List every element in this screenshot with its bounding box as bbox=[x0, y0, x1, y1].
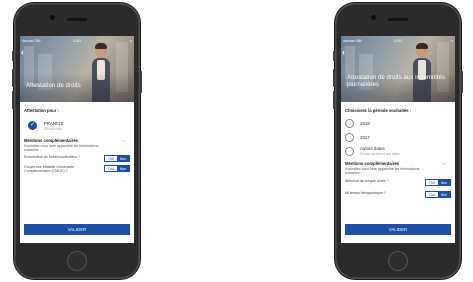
non-option[interactable]: Non bbox=[438, 179, 450, 185]
radio-label: 2017 bbox=[360, 135, 370, 140]
power-button bbox=[140, 71, 142, 93]
oui-non-toggle: Oui Non bbox=[104, 154, 130, 162]
home-button[interactable] bbox=[389, 252, 407, 270]
toggle-label: Couverture Maladie Universelle Complémen… bbox=[24, 164, 75, 173]
beneficiary-dob: 03/05/1954 bbox=[44, 127, 62, 131]
section-label: Attestation pour : bbox=[24, 108, 59, 113]
volume-up-button bbox=[12, 69, 14, 87]
volume-up-button bbox=[333, 69, 335, 87]
non-option[interactable]: Non bbox=[117, 165, 129, 171]
volume-down-button bbox=[333, 91, 335, 109]
mentions-title: Mentions complémentaires bbox=[345, 161, 399, 166]
oui-option[interactable]: Oui bbox=[426, 191, 438, 197]
page-title: Attestation de droits bbox=[26, 82, 81, 89]
phone-right: Aucune SIM 10:51 ▪▪ ‹ Attestation de dro… bbox=[333, 3, 463, 279]
radio-button[interactable] bbox=[345, 119, 354, 128]
screen-right: Aucune SIM 10:51 ▪▪ ‹ Attestation de dro… bbox=[341, 36, 455, 243]
content-right: Choisissez la période souhaitée : 2018 2… bbox=[341, 102, 455, 198]
oui-option[interactable]: Oui bbox=[105, 155, 117, 161]
power-button bbox=[461, 71, 463, 93]
status-bar: Aucune SIM 10:51 ▪▪ bbox=[20, 37, 134, 44]
front-camera bbox=[50, 15, 55, 20]
chevron-down-icon[interactable]: ⌵ bbox=[121, 138, 129, 144]
mentions-subtitle: Souhaitez-vous faire apparaître les info… bbox=[345, 166, 420, 175]
radio-label: 2018 bbox=[360, 121, 370, 126]
mentions-section: Mentions complémentaires Souhaitez-vous … bbox=[345, 161, 451, 175]
front-camera bbox=[371, 15, 376, 20]
radio-hint: Choisir librement des dates bbox=[360, 151, 400, 156]
battery-icon: ▪▪ bbox=[450, 38, 454, 43]
period-option[interactable]: 2018 bbox=[345, 119, 451, 128]
mute-switch bbox=[333, 51, 335, 61]
mentions-section: Mentions complémentaires Souhaitez-vous … bbox=[24, 138, 130, 152]
mentions-title: Mentions complémentaires bbox=[24, 138, 78, 143]
mute-switch bbox=[12, 51, 14, 61]
radio-button[interactable] bbox=[345, 147, 354, 156]
non-option[interactable]: Non bbox=[438, 191, 450, 197]
page-title: Attestation de droits aux indemnités jou… bbox=[347, 74, 446, 88]
section-label: Choisissez la période souhaitée : bbox=[345, 108, 412, 113]
radio-button[interactable] bbox=[345, 133, 354, 142]
hero-image bbox=[341, 36, 455, 102]
toggle-row: Mi-temps thérapeutique ? Oui Non bbox=[345, 190, 451, 198]
validate-button[interactable]: VALIDER bbox=[345, 224, 451, 235]
earpiece-speaker bbox=[388, 18, 408, 21]
toggle-row: Affection de longue durée ? Oui Non bbox=[345, 178, 451, 186]
toggle-label: Exonération du ticket modérateur ? bbox=[24, 154, 80, 159]
hero-image bbox=[20, 36, 134, 102]
toggle-row: Couverture Maladie Universelle Complémen… bbox=[24, 164, 130, 173]
toggle-label: Affection de longue durée ? bbox=[345, 178, 389, 183]
volume-down-button bbox=[12, 91, 14, 109]
toggle-label: Mi-temps thérapeutique ? bbox=[345, 190, 386, 195]
non-option[interactable]: Non bbox=[117, 155, 129, 161]
beneficiary-option[interactable]: ✓ FRANCIS 03/05/1954 bbox=[28, 121, 130, 131]
mentions-subtitle: Souhaitez-vous faire apparaître les info… bbox=[24, 143, 99, 152]
validate-button[interactable]: VALIDER bbox=[24, 224, 130, 235]
check-icon: ✓ bbox=[28, 121, 37, 130]
carrier-text: Aucune SIM bbox=[343, 38, 362, 43]
content-left: Attestation pour : ✓ FRANCIS 03/05/1954 … bbox=[20, 102, 134, 173]
back-chevron-icon[interactable]: ‹ bbox=[21, 47, 29, 57]
phone-left: Aucune SIM 10:51 ▪▪ ‹ Attestation de dro… bbox=[12, 3, 142, 279]
home-button[interactable] bbox=[68, 252, 86, 270]
screen-left: Aucune SIM 10:51 ▪▪ ‹ Attestation de dro… bbox=[20, 36, 134, 243]
chevron-down-icon[interactable]: ⌵ bbox=[442, 161, 450, 167]
period-option[interactable]: Autres dates Choisir librement des dates bbox=[345, 146, 451, 156]
back-chevron-icon[interactable]: ‹ bbox=[342, 47, 350, 57]
oui-non-toggle: Oui Non bbox=[104, 164, 130, 172]
toggle-row: Exonération du ticket modérateur ? Oui N… bbox=[24, 154, 130, 162]
carrier-text: Aucune SIM bbox=[22, 38, 41, 43]
oui-option[interactable]: Oui bbox=[426, 179, 438, 185]
battery-icon: ▪▪ bbox=[129, 38, 133, 43]
beneficiary-name: FRANCIS bbox=[44, 121, 64, 126]
oui-non-toggle: Oui Non bbox=[425, 178, 451, 186]
status-bar: Aucune SIM 10:51 ▪▪ bbox=[341, 37, 455, 44]
clock-text: 10:51 bbox=[393, 38, 403, 43]
clock-text: 10:51 bbox=[72, 38, 82, 43]
earpiece-speaker bbox=[67, 18, 87, 21]
oui-option[interactable]: Oui bbox=[105, 165, 117, 171]
oui-non-toggle: Oui Non bbox=[425, 190, 451, 198]
period-option[interactable]: 2017 bbox=[345, 133, 451, 142]
